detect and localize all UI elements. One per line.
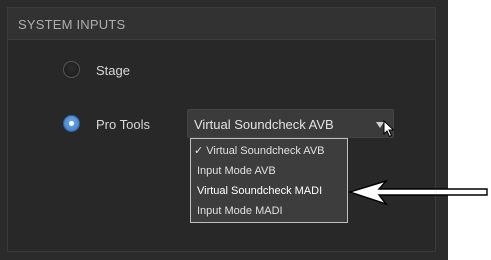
dropdown-option-input-mode-avb[interactable]: Input Mode AVB	[197, 165, 276, 177]
arrow-left-icon	[348, 179, 488, 206]
stage-radio[interactable]	[63, 61, 80, 78]
input-mode-dropdown-menu: ✓ Virtual Soundcheck AVB Input Mode AVB …	[190, 138, 348, 223]
dropdown-option-virtual-soundcheck-avb[interactable]: ✓ Virtual Soundcheck AVB	[194, 144, 325, 157]
panel-title: SYSTEM INPUTS	[18, 17, 126, 32]
pro-tools-input-select[interactable]: Virtual Soundcheck AVB	[187, 109, 394, 138]
stage-radio-label[interactable]: Stage	[96, 63, 130, 78]
pro-tools-radio-label[interactable]: Pro Tools	[96, 117, 150, 132]
system-inputs-panel: SYSTEM INPUTS Stage Pro Tools Virtual So…	[0, 0, 448, 260]
mouse-pointer-icon	[383, 120, 395, 138]
select-value: Virtual Soundcheck AVB	[194, 117, 334, 132]
pro-tools-radio[interactable]	[63, 115, 80, 132]
panel-header: SYSTEM INPUTS	[8, 8, 435, 40]
dropdown-option-virtual-soundcheck-madi[interactable]: Virtual Soundcheck MADI	[197, 185, 322, 197]
dropdown-option-input-mode-madi[interactable]: Input Mode MADI	[197, 205, 283, 217]
